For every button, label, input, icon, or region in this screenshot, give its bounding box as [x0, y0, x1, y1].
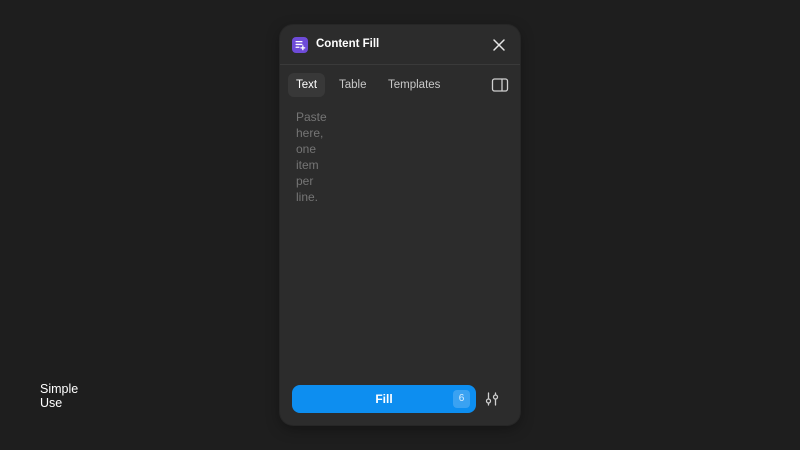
fill-button-label: Fill	[375, 392, 393, 406]
fill-count-badge: 6	[453, 390, 470, 408]
tab-text[interactable]: Text	[288, 73, 326, 97]
content-input[interactable]	[296, 109, 336, 205]
fill-button[interactable]: Fill 6	[292, 385, 476, 413]
settings-button[interactable]	[484, 391, 500, 407]
stage: Simple Use Content Fill Text Table Templ…	[0, 0, 800, 450]
tab-templates[interactable]: Templates	[380, 73, 448, 97]
content-fill-panel: Content Fill Text Table Templates Fill 6	[280, 25, 520, 425]
sliders-icon[interactable]	[484, 391, 500, 407]
panel-title: Content Fill	[316, 38, 380, 50]
content-fill-icon	[292, 37, 308, 53]
sidebar-toggle-icon[interactable]	[491, 78, 509, 92]
tab-table[interactable]: Table	[331, 73, 375, 97]
close-icon[interactable]	[490, 36, 508, 54]
panel-titlebar: Content Fill	[280, 25, 520, 65]
close-button[interactable]	[490, 36, 508, 54]
sidebar-toggle-button[interactable]	[491, 78, 509, 92]
caption: Simple Use	[40, 382, 79, 410]
